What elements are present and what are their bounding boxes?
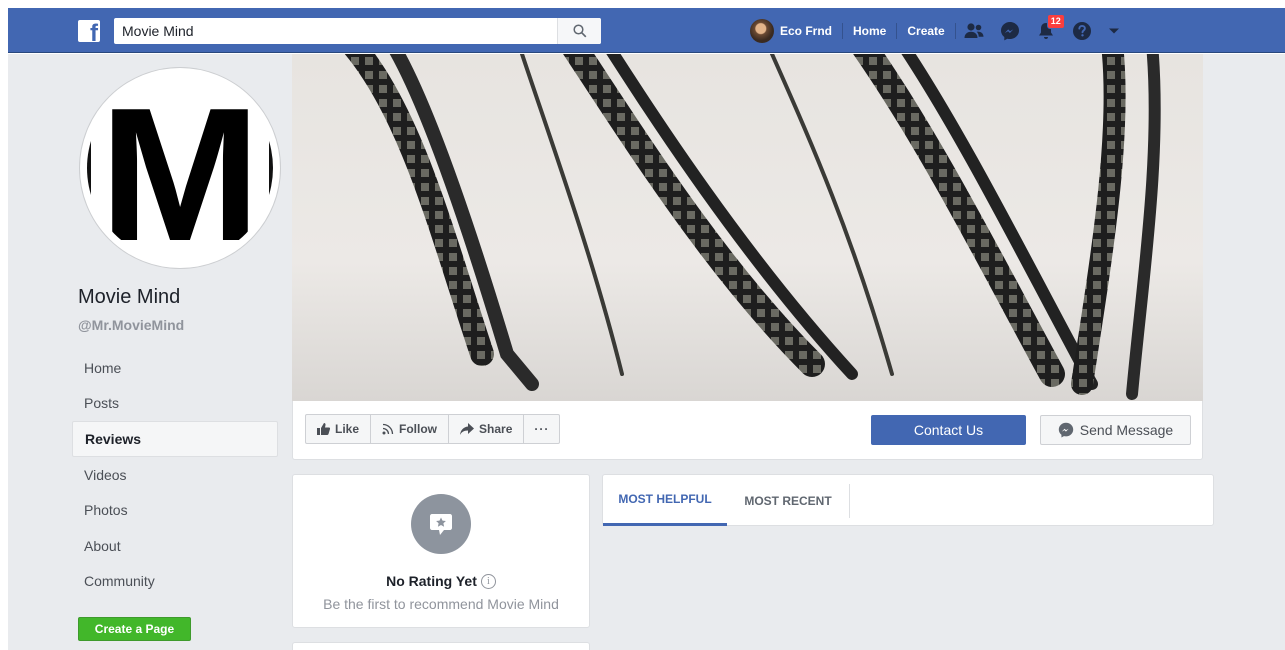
page-content: M Movie Mind @Mr.MovieMind Home Posts Re… [8, 54, 1285, 650]
send-message-button[interactable]: Send Message [1040, 415, 1191, 445]
cover-photo[interactable] [292, 54, 1203, 401]
contact-us-button[interactable]: Contact Us [871, 415, 1026, 445]
more-options-button[interactable]: ··· [524, 415, 559, 443]
share-arrow-icon [460, 423, 475, 435]
sidebar-item-photos[interactable]: Photos [72, 492, 278, 528]
recommend-prompt: Be the first to recommend Movie Mind [323, 596, 559, 612]
caret-down-icon [1108, 28, 1119, 33]
page-profile-picture[interactable]: M [80, 68, 280, 268]
page-title[interactable]: Movie Mind [78, 286, 180, 309]
create-link[interactable]: Create [897, 8, 954, 53]
sidebar-item-reviews[interactable]: Reviews [72, 421, 278, 457]
reviews-sort-tabs: MOST HELPFUL MOST RECENT [602, 474, 1214, 526]
sidebar-item-about[interactable]: About [72, 528, 278, 564]
review-star-bubble-icon [411, 494, 471, 554]
share-button[interactable]: Share [449, 415, 525, 443]
page-username[interactable]: @Mr.MovieMind [78, 317, 184, 333]
sidebar-item-videos[interactable]: Videos [72, 457, 278, 493]
like-label: Like [335, 422, 360, 436]
no-rating-title: No Rating Yet [386, 573, 477, 589]
info-icon[interactable]: i [480, 573, 496, 589]
no-rating-text: No Rating Yet i [293, 573, 589, 589]
tab-most-recent[interactable]: MOST RECENT [727, 484, 850, 518]
sidebar-item-community[interactable]: Community [72, 564, 278, 600]
search-button[interactable] [557, 18, 601, 44]
avatar [750, 18, 774, 43]
logo-letter: M [99, 75, 261, 261]
messenger-button[interactable] [992, 8, 1028, 53]
home-link[interactable]: Home [843, 8, 896, 53]
page-side-nav: Home Posts Reviews Videos Photos About C… [72, 350, 278, 599]
follow-label: Follow [399, 422, 438, 436]
rating-summary-card: No Rating Yet i Be the first to recommen… [292, 474, 590, 628]
search-icon [572, 24, 586, 38]
send-message-label: Send Message [1079, 422, 1174, 438]
sidebar-item-posts[interactable]: Posts [72, 386, 278, 422]
account-menu-button[interactable] [1100, 8, 1128, 53]
top-navigation-bar: f Eco Frnd Home Create 12 [8, 8, 1285, 53]
friends-icon [964, 22, 984, 38]
sidebar-item-home[interactable]: Home [72, 350, 278, 386]
profile-logo: M [87, 75, 273, 261]
nav-right: Eco Frnd Home Create 12 [750, 8, 1128, 53]
share-label: Share [479, 422, 513, 436]
help-icon [1072, 21, 1091, 40]
page-action-buttons: Like Follow Share ··· [305, 414, 561, 444]
messenger-icon [1058, 422, 1073, 438]
notification-badge: 12 [1046, 14, 1065, 29]
create-page-button[interactable]: Create a Page [78, 617, 191, 641]
user-name: Eco Frnd [780, 23, 833, 38]
friend-requests-button[interactable] [956, 8, 992, 53]
page-action-bar: Like Follow Share ··· Contact Us Send Me… [292, 401, 1203, 460]
facebook-logo-icon[interactable]: f [78, 20, 100, 42]
next-card [292, 642, 590, 650]
film-reel-illustration [344, 54, 1161, 400]
search-input[interactable] [114, 19, 554, 43]
help-button[interactable] [1064, 8, 1100, 53]
more-icon: ··· [534, 422, 550, 436]
thumbs-up-icon [317, 423, 330, 435]
follow-button[interactable]: Follow [371, 415, 450, 443]
messenger-icon [1000, 21, 1019, 40]
like-button[interactable]: Like [306, 415, 372, 443]
user-profile-link[interactable]: Eco Frnd [750, 8, 842, 53]
rss-follow-icon [382, 423, 394, 435]
notifications-button[interactable]: 12 [1028, 8, 1065, 53]
search-bar [114, 18, 601, 44]
tab-most-helpful[interactable]: MOST HELPFUL [603, 475, 727, 526]
